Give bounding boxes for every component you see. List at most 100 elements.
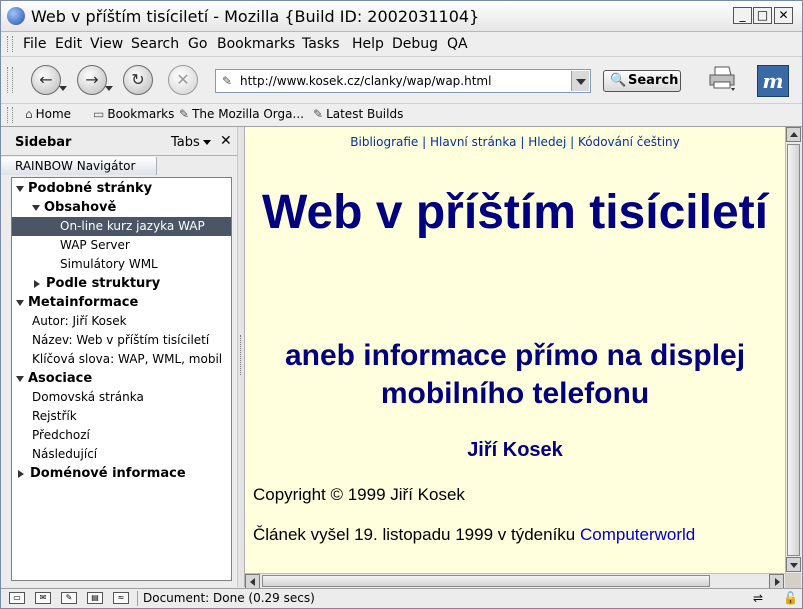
bookmark-mozilla-org[interactable]: ✎ The Mozilla Orga...: [179, 107, 304, 121]
folder-icon: ▭: [93, 107, 105, 121]
horizontal-scroll-thumb[interactable]: [262, 575, 710, 587]
back-dropdown-icon[interactable]: [59, 86, 67, 91]
tree-item[interactable]: Klíčová slova: WAP, WML, mobil: [12, 350, 231, 369]
search-button-label: Search: [628, 73, 679, 88]
tree-item-label: Předchozí: [32, 428, 90, 442]
sidebar-panel-tab-label: RAINBOW Navigátor: [15, 159, 136, 173]
print-icon[interactable]: [707, 63, 739, 93]
maximize-button[interactable]: □: [753, 7, 772, 24]
tree-item[interactable]: Asociace: [12, 369, 231, 388]
twisty-collapsed-icon[interactable]: [34, 279, 40, 288]
search-button[interactable]: 🔍 Search: [603, 70, 681, 92]
rainbow-navigator-tree[interactable]: Podobné stránky Obsahově On-line kurz jazy…: [11, 177, 232, 581]
sidebar-splitter[interactable]: [237, 127, 245, 587]
tree-item[interactable]: Následující: [12, 445, 231, 464]
bookmarks-label: Bookmarks: [107, 107, 175, 121]
scroll-right-button[interactable]: [769, 574, 784, 589]
minimize-button[interactable]: _: [733, 7, 752, 24]
url-input[interactable]: [240, 72, 560, 90]
tree-item[interactable]: Autor: Jiří Kosek: [12, 312, 231, 331]
toolbar-grip[interactable]: [7, 67, 13, 93]
composer-icon[interactable]: ✎: [61, 592, 77, 604]
page-proxy-icon[interactable]: ✎: [222, 74, 232, 88]
stop-button[interactable]: ✕: [168, 65, 198, 95]
tree-item-label: Simulátory WML: [60, 257, 158, 271]
sidebar-close-button[interactable]: ✕: [220, 133, 232, 149]
sidebar-title: Sidebar: [15, 135, 72, 150]
menu-view[interactable]: View: [90, 36, 123, 52]
tree-item[interactable]: Simulátory WML: [12, 255, 231, 274]
navigation-toolbar: ← → ↻ ✕ ✎ 🔍 Search m: [1, 57, 802, 104]
menu-debug[interactable]: Debug: [392, 36, 438, 52]
tree-item[interactable]: Rejstřík: [12, 407, 231, 426]
url-bar[interactable]: ✎: [215, 69, 591, 93]
forward-button[interactable]: →: [77, 65, 107, 95]
twisty-collapsed-icon[interactable]: [18, 469, 24, 478]
vertical-scroll-thumb[interactable]: [787, 144, 800, 556]
tree-item[interactable]: Podle struktury: [12, 274, 231, 293]
sidebar-panel-tab[interactable]: RAINBOW Navigátor: [1, 157, 157, 175]
home-button[interactable]: ⌂ Home: [25, 107, 71, 121]
chevron-down-icon[interactable]: [203, 140, 211, 145]
splitter-grip[interactable]: [240, 335, 243, 375]
menu-tasks[interactable]: Tasks: [302, 36, 340, 52]
tree-item[interactable]: Metainformace: [12, 293, 231, 312]
mail-icon[interactable]: ✉: [35, 592, 51, 604]
tree-item[interactable]: Předchozí: [12, 426, 231, 445]
menu-help[interactable]: Help: [352, 36, 384, 52]
link-bibliografie[interactable]: Bibliografie: [350, 135, 418, 149]
browser-window: Web v příštím tisíciletí - Mozilla {Buil…: [0, 0, 803, 609]
link-hlavni-stranka[interactable]: Hlavní stránka: [430, 135, 517, 149]
address-book-icon[interactable]: ▤: [87, 592, 103, 604]
menu-qa[interactable]: QA: [447, 36, 468, 52]
menu-go[interactable]: Go: [188, 36, 207, 52]
bookmark-latest-builds[interactable]: ✎ Latest Builds: [313, 107, 403, 121]
link-computerworld[interactable]: Computerworld: [580, 525, 695, 544]
forward-dropdown-icon[interactable]: [105, 86, 113, 91]
mozilla-logo[interactable]: m: [757, 65, 789, 97]
navigator-icon[interactable]: ▭: [9, 592, 25, 604]
sidebar: Sidebar Tabs ✕ RAINBOW Navigátor Podobné…: [1, 127, 237, 587]
online-status-icon[interactable]: ⇌: [753, 591, 763, 605]
back-button[interactable]: ←: [31, 65, 61, 95]
tree-item[interactable]: Název: Web v příštím tisíciletí: [12, 331, 231, 350]
tree-item[interactable]: Doménové informace: [12, 464, 231, 483]
menu-edit[interactable]: Edit: [55, 36, 82, 52]
tree-item[interactable]: Domovská stránka: [12, 388, 231, 407]
reload-button[interactable]: ↻: [123, 65, 153, 95]
twisty-expanded-icon[interactable]: [16, 375, 24, 382]
vertical-scrollbar[interactable]: [785, 127, 801, 573]
menu-file[interactable]: File: [23, 36, 46, 52]
horizontal-scrollbar[interactable]: [245, 573, 785, 589]
twisty-expanded-icon[interactable]: [16, 185, 24, 192]
toolbar-grip[interactable]: [7, 36, 13, 52]
bookmarks-button[interactable]: ▭ Bookmarks: [93, 107, 174, 121]
mozilla-app-icon: [7, 7, 25, 25]
page-author: Jiří Kosek: [467, 439, 563, 461]
tree-item[interactable]: On-line kurz jazyka WAP: [12, 217, 231, 236]
bookmark-icon: ✎: [179, 107, 190, 121]
close-button[interactable]: ✕: [774, 7, 793, 24]
tree-item-label: Autor: Jiří Kosek: [32, 314, 127, 328]
link-hledej[interactable]: Hledej: [528, 135, 566, 149]
title-bar: Web v příštím tisíciletí - Mozilla {Buil…: [1, 1, 802, 32]
tree-item[interactable]: Obsahově: [12, 198, 231, 217]
tree-item[interactable]: WAP Server: [12, 236, 231, 255]
sidebar-tabs-menu[interactable]: Tabs: [171, 135, 200, 150]
scroll-down-button[interactable]: [786, 557, 801, 572]
menu-search[interactable]: Search: [131, 36, 179, 52]
twisty-expanded-icon[interactable]: [16, 299, 24, 306]
link-kodovani-cestiny[interactable]: Kódování češtiny: [578, 135, 680, 149]
scroll-left-button[interactable]: [245, 574, 260, 589]
url-history-dropdown-icon[interactable]: [571, 71, 589, 91]
chatzilla-icon[interactable]: ≈: [113, 592, 129, 604]
toolbar-grip[interactable]: [7, 107, 13, 123]
menu-bookmarks[interactable]: Bookmarks: [217, 36, 295, 52]
twisty-expanded-icon[interactable]: [32, 204, 40, 211]
tree-item-label: Obsahově: [44, 200, 117, 215]
personal-toolbar: ⌂ Home ▭ Bookmarks ✎ The Mozilla Orga... ✎ L…: [1, 104, 802, 127]
scroll-up-button[interactable]: [786, 127, 801, 142]
scroll-corner: [785, 573, 801, 588]
status-bar: ▭ ✉ ✎ ▤ ≈ Document: Done (0.29 secs) ⇌ 🔓: [1, 588, 802, 608]
tree-item[interactable]: Podobné stránky: [12, 179, 231, 198]
